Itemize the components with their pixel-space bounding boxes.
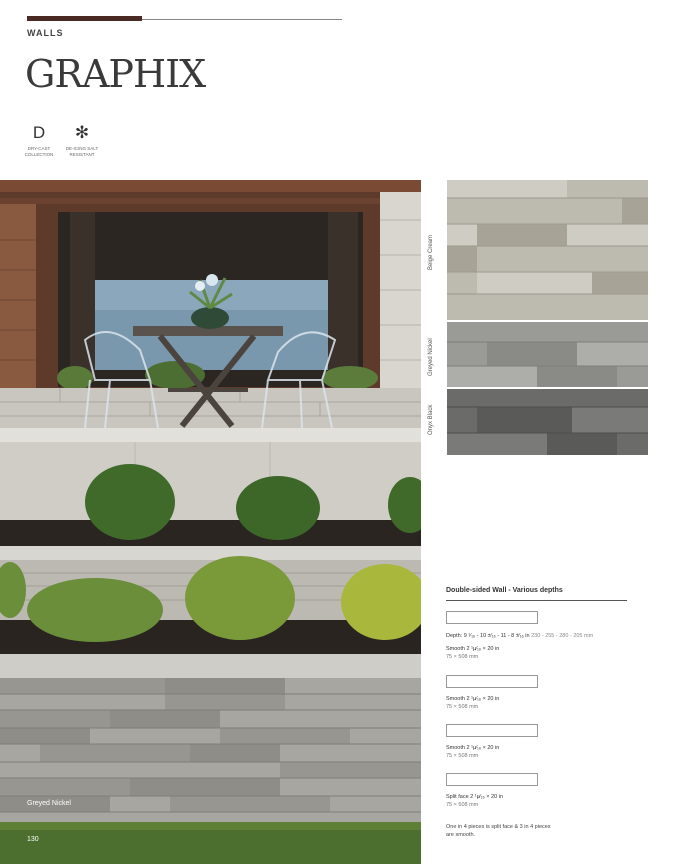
block-diagram-depth — [446, 611, 538, 624]
dim-item: Split face 2 ¹µ⁄₁₆ × 20 in 75 × 508 mm — [446, 794, 503, 808]
swatch-onyx-black — [447, 389, 648, 455]
spec-title: Double-sided Wall - Various depths — [446, 587, 563, 594]
depth-mm: 230 - 255 - 280 - 205 mm — [531, 633, 594, 639]
swatch-label-onyx-black: Onyx Black — [428, 404, 434, 435]
dim-item: Smooth 2 ¹µ⁄₁₆ × 20 in 75 × 508 mm — [446, 696, 500, 710]
page-number: 130 — [27, 836, 39, 843]
product-title: GRAPHIX — [25, 52, 206, 96]
feature-salt-resistant: ✻ DE-ICING SALT RESISTANT — [55, 122, 109, 158]
dim-item: Smooth 2 ¹µ⁄₁₆ × 20 in 75 × 508 mm — [446, 745, 500, 759]
swatch-beige-cream — [447, 180, 648, 320]
depth-inches: Depth: 9 ¹⁄₁₆ - 10 ±⁄₁₆ - 11 - 8 ±⁄₁₆ in — [446, 633, 530, 639]
header-rule — [27, 16, 342, 21]
snowflake-icon: ✻ — [74, 123, 90, 142]
swatch-greyed-nickel — [447, 322, 648, 387]
patio-photo — [0, 180, 421, 864]
split-face-note: One in 4 pieces is split face & 3 in 4 p… — [446, 824, 551, 838]
photo-caption: Greyed Nickel — [27, 800, 71, 807]
spec-divider — [446, 600, 627, 601]
color-swatches — [447, 180, 648, 455]
block-diagram — [446, 675, 538, 688]
header-rule-accent — [27, 16, 142, 21]
swatch-label-beige-cream: Beige Cream — [428, 234, 434, 270]
block-diagram — [446, 724, 538, 737]
feature-label: DE-ICING SALT RESISTANT — [65, 146, 99, 157]
block-diagram — [446, 773, 538, 786]
patio-illustration — [0, 180, 421, 864]
depth-spec: Depth: 9 ¹⁄₁₆ - 10 ±⁄₁₆ - 11 - 8 ±⁄₁₆ in… — [446, 633, 593, 639]
swatch-label-greyed-nickel: Greyed Nickel — [428, 338, 434, 376]
header-rule-line — [142, 19, 342, 20]
dim-item: Smooth 2 ¹µ⁄₁₆ × 20 in 75 × 508 mm — [446, 646, 500, 660]
section-label: WALLS — [27, 28, 64, 38]
